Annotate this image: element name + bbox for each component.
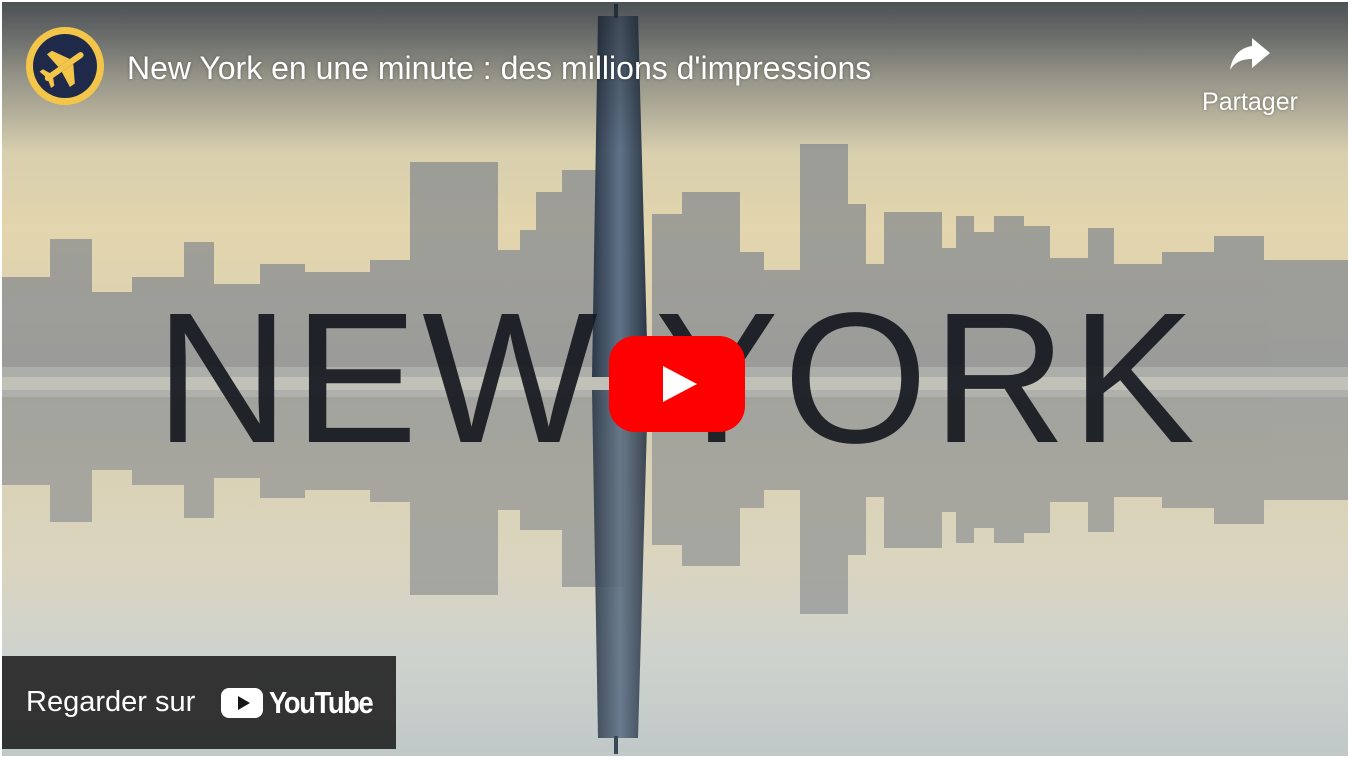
play-icon: [609, 336, 745, 432]
share-arrow-icon: [1230, 38, 1270, 70]
share-label: Partager: [1202, 88, 1298, 116]
play-button[interactable]: [609, 336, 745, 432]
youtube-logo: YouTube: [221, 685, 387, 721]
video-title[interactable]: New York en une minute : des millions d'…: [127, 48, 871, 88]
youtube-play-icon: [221, 687, 264, 718]
video-player[interactable]: New York en une minute : des millions d'…: [2, 2, 1348, 756]
airplane-icon: [26, 27, 104, 105]
channel-avatar[interactable]: [24, 25, 106, 107]
watch-on-label: Regarder sur: [26, 686, 196, 718]
watch-on-youtube-button[interactable]: Regarder sur YouTube: [2, 656, 396, 749]
share-button[interactable]: Partager: [1190, 34, 1310, 130]
youtube-wordmark: YouTube: [269, 684, 374, 720]
